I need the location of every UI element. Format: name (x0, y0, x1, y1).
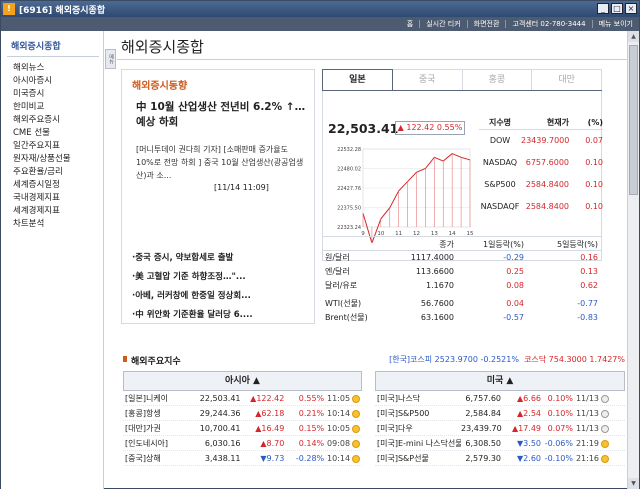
us-index-table: 지수명 현재가 (%) DOW 23439.7000 0.07 NASDAQ 6757.6… (479, 116, 603, 218)
news-list-item[interactable]: ·中 위안화 기준환율 달러당 6.... (132, 306, 253, 325)
intraday-chart: 22532.28 22480.02 22427.76 22375.50 22323.24… (337, 147, 474, 243)
y-tick-label: 22480.02 (337, 167, 361, 173)
tab-china[interactable]: 중국 (392, 69, 463, 91)
sun-icon (352, 454, 361, 463)
news-panel: 해외증시동향 中 10월 산업생산 전년비 6.2% ↑…예상 하회 [머니투데… (121, 69, 315, 324)
korea-index-summary: [한국]코스피 2523.9700 -0.2521% 코스닥 754.3000 … (389, 355, 625, 364)
table-row[interactable]: DOW 23439.7000 0.07 (479, 130, 603, 152)
news-headline[interactable]: 中 10월 산업생산 전년비 6.2% ↑…예상 하회 (136, 100, 308, 130)
sun-icon (601, 439, 609, 448)
table-row[interactable]: WTI(선물) 56.7600 0.04 -0.77 (322, 297, 602, 311)
sidebar-item[interactable]: 국내경제지표 (13, 192, 71, 205)
index-value: 22,503.41 (328, 121, 399, 136)
customer-center-link[interactable]: 고객센터 02-780-3444 (512, 19, 585, 29)
sidebar: 해외증시종합 해외뉴스 아시아증시 미국증시 한미비교 해외주요증시 CME 선… (1, 31, 104, 489)
sidebar-item[interactable]: 미국증시 (13, 88, 71, 101)
window-title: [6916] 해외증시종합 (19, 5, 106, 16)
us-market-table: 미국 ▲ [미국]나스닥 6,757.60 ▲6.66 0.10% 11/13 [미국]… (375, 371, 625, 466)
news-summary[interactable]: [머니투데이 권다희 기자] [소매판매 증가율도 10%로 전망 하회 ] 중… (136, 143, 306, 182)
us-header: 미국 ▲ (375, 371, 625, 391)
y-tick-label: 22532.28 (337, 147, 361, 153)
table-row[interactable]: 엔/달러 113.6600 0.25 0.13 (322, 265, 602, 279)
minimize-button[interactable]: _ (597, 3, 609, 14)
country-tabs: 일본 중국 홍콩 대만 (322, 69, 602, 91)
home-link[interactable]: 홈 (407, 19, 413, 29)
vertical-scrollbar[interactable]: ▲ ▼ (627, 31, 639, 489)
y-tick-label: 22375.50 (337, 206, 361, 212)
index-change: ▲ 122.42 0.55% (395, 121, 465, 135)
screen-switch-link[interactable]: 화면전환 (474, 19, 500, 29)
sun-icon (601, 454, 609, 463)
table-row[interactable]: [일본]니케이 22,503.41 ▲122.42 0.55% 11:05 (123, 391, 362, 406)
page-title: 해외증시종합 (121, 38, 204, 56)
sidebar-title: 해외증시종합 (11, 42, 61, 52)
major-index-title: 해외주요지수 (131, 357, 181, 367)
table-row[interactable]: S&P500 2584.8400 0.10 (479, 174, 603, 196)
table-row[interactable]: [홍콩]항셍 29,244.36 ▲62.18 0.21% 10:14 (123, 406, 362, 421)
app-icon: ! (3, 3, 15, 15)
sidebar-item[interactable]: 아시아증시 (13, 75, 71, 88)
top-toolbar: 홈 실시간 티커 화면전환 고객센터 02-780-3444 메뉴 보이기 (1, 17, 639, 31)
table-row[interactable]: [미국]다우 23,439.70 ▲17.49 0.07% 11/13 (375, 421, 625, 436)
scroll-thumb[interactable] (629, 45, 638, 195)
table-row[interactable]: NASDAQF 2584.8400 0.10 (479, 196, 603, 218)
title-bar: ! [6916] 해외증시종합 _ □ × (1, 1, 639, 17)
sidebar-item[interactable]: 해외뉴스 (13, 62, 71, 75)
news-list-item[interactable]: ·중국 증시, 약보합세로 출발 (132, 249, 253, 268)
sun-icon (352, 394, 361, 403)
asia-index-table: 아시아 ▲ [일본]니케이 22,503.41 ▲122.42 0.55% 11:05 … (123, 371, 362, 466)
sun-icon (352, 439, 361, 448)
scroll-down-icon[interactable]: ▼ (628, 478, 639, 489)
realtime-ticker-link[interactable]: 실시간 티커 (426, 19, 460, 29)
main-content: 해외증시종합 해외증시동향 中 10월 산업생산 전년비 6.2% ↑…예상 하… (117, 31, 627, 489)
table-row[interactable]: Brent(선물) 63.1600 -0.57 -0.83 (322, 311, 602, 325)
table-row[interactable]: [미국]S&P선물 2,579.30 ▼2.60 -0.10% 21:16 (375, 451, 625, 466)
fx-table: 종가 1일등락(%) 5일등락(%) 원/달러 1117.4000 -0.29 0.16 … (322, 236, 602, 336)
sidebar-item[interactable]: 원자재/상품선물 (13, 153, 71, 166)
table-row[interactable]: [미국]나스닥 6,757.60 ▲6.66 0.10% 11/13 (375, 391, 625, 406)
sidebar-item[interactable]: 세계경제지표 (13, 205, 71, 218)
table-row[interactable]: 달러/유로 1.1670 0.08 0.62 (322, 279, 602, 293)
close-button[interactable]: × (625, 3, 637, 14)
table-row[interactable]: 원/달러 1117.4000 -0.29 0.16 (322, 251, 602, 265)
table-row[interactable]: [대만]가권 10,700.41 ▲16.49 0.15% 10:05 (123, 421, 362, 436)
news-list-item[interactable]: ·아베, 러커창에 한중일 정상회... (132, 287, 253, 306)
table-row[interactable]: [미국]S&P500 2,584.84 ▲2.54 0.10% 11/13 (375, 406, 625, 421)
moon-icon (601, 424, 609, 433)
sun-icon (352, 424, 361, 433)
sidebar-item[interactable]: 해외주요증시 (13, 114, 71, 127)
menu-collapse-button[interactable]: 메뉴 (105, 49, 116, 69)
table-row[interactable]: [인도네시아] 6,030.16 ▲8.70 0.14% 09:08 (123, 436, 362, 451)
sidebar-item[interactable]: 세계증시일정 (13, 179, 71, 192)
maximize-button[interactable]: □ (611, 3, 623, 14)
table-row[interactable]: NASDAQ 6757.6000 0.10 (479, 152, 603, 174)
sun-icon (352, 409, 361, 418)
tab-hongkong[interactable]: 홍콩 (462, 69, 533, 91)
show-menu-link[interactable]: 메뉴 보이기 (599, 19, 633, 29)
tab-taiwan[interactable]: 대만 (532, 69, 602, 91)
sidebar-item[interactable]: 일간주요지표 (13, 140, 71, 153)
y-tick-label: 22323.24 (337, 225, 361, 231)
tab-japan[interactable]: 일본 (322, 69, 393, 91)
moon-icon (601, 409, 609, 418)
sidebar-item[interactable]: 한미비교 (13, 101, 71, 114)
news-date: [11/14 11:09] (214, 183, 269, 192)
scroll-up-icon[interactable]: ▲ (628, 31, 639, 42)
table-row[interactable]: [미국]E-mini 나스닥선물 6,308.50 ▼3.50 -0.06% 21:19 (375, 436, 625, 451)
table-row[interactable]: [중국]상해 3,438.11 ▼9.73 -0.28% 10:14 (123, 451, 362, 466)
y-tick-label: 22427.76 (337, 186, 361, 192)
news-list-item[interactable]: ·美 고혈압 기준 하향조정…"... (132, 268, 253, 287)
sidebar-item[interactable]: 주요환율/금리 (13, 166, 71, 179)
sidebar-item[interactable]: CME 선물 (13, 127, 71, 140)
news-title: 해외증시동향 (132, 81, 188, 92)
major-index-header: 해외주요지수 [한국]코스피 2523.9700 -0.2521% 코스닥 75… (121, 353, 627, 367)
asia-header: 아시아 ▲ (123, 371, 362, 391)
sidebar-item[interactable]: 차트분석 (13, 218, 71, 231)
moon-icon (601, 394, 609, 403)
app-window: ! [6916] 해외증시종합 _ □ × 홈 실시간 티커 화면전환 고객센터… (0, 0, 640, 489)
